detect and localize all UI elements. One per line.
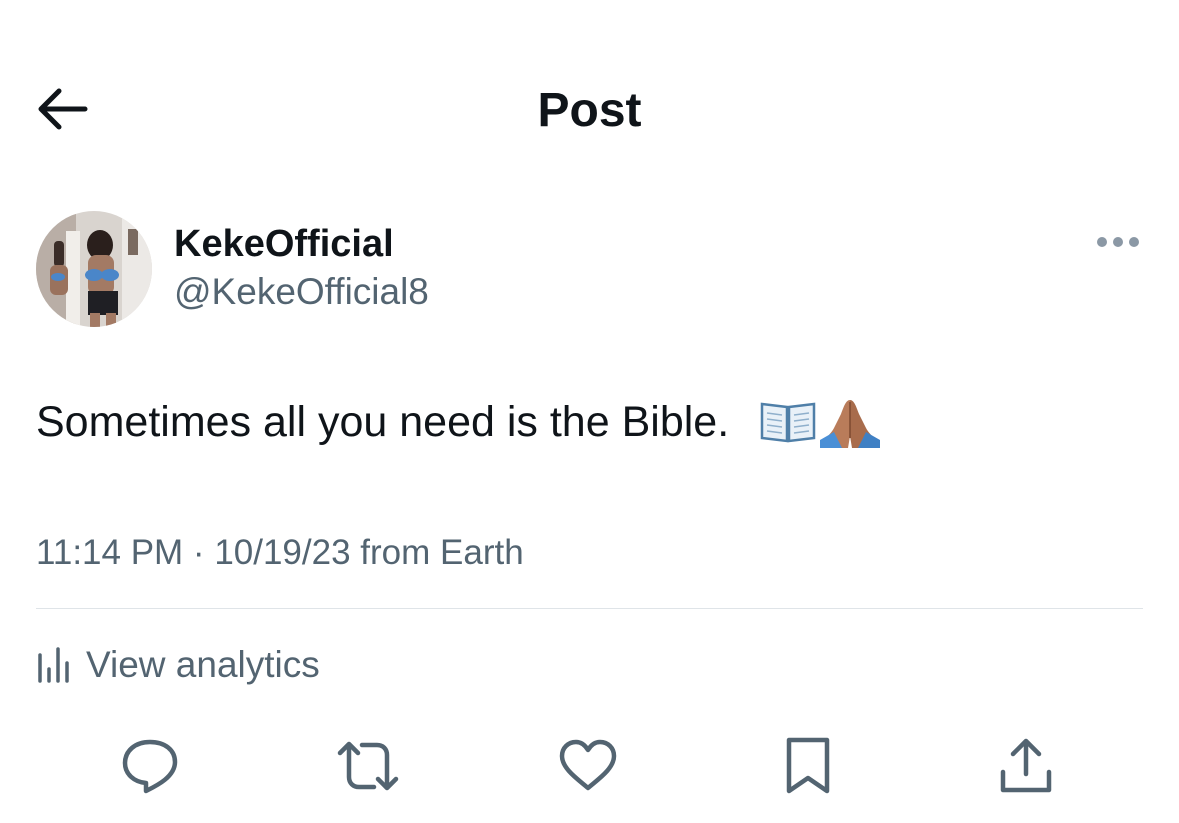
page-title: Post (537, 84, 642, 137)
open-book-emoji (760, 396, 816, 452)
repost-icon (334, 737, 402, 800)
author-handle[interactable]: @KekeOfficial8 (174, 269, 429, 315)
heart-icon (557, 738, 619, 799)
post-text: Sometimes all you need is the Bible. (36, 398, 730, 446)
share-button[interactable] (994, 736, 1058, 800)
reply-button[interactable] (118, 736, 182, 800)
divider (36, 608, 1143, 609)
repost-button[interactable] (336, 736, 400, 800)
more-options-button[interactable] (1088, 226, 1148, 262)
post-timestamp: 11:14 PM · 10/19/23 from Earth (36, 533, 524, 572)
avatar[interactable] (36, 211, 152, 327)
view-analytics-label: View analytics (86, 644, 320, 685)
bar-chart-icon (36, 643, 72, 688)
view-analytics-link[interactable]: View analytics (36, 640, 320, 690)
share-icon (997, 736, 1055, 801)
bookmark-button[interactable] (776, 736, 840, 800)
folded-hands-emoji (820, 396, 880, 452)
author-display-name[interactable]: KekeOfficial (174, 220, 394, 268)
more-horizontal-icon (1096, 235, 1140, 253)
like-button[interactable] (556, 736, 620, 800)
reply-bubble-icon (120, 737, 180, 800)
bookmark-icon (783, 736, 833, 801)
